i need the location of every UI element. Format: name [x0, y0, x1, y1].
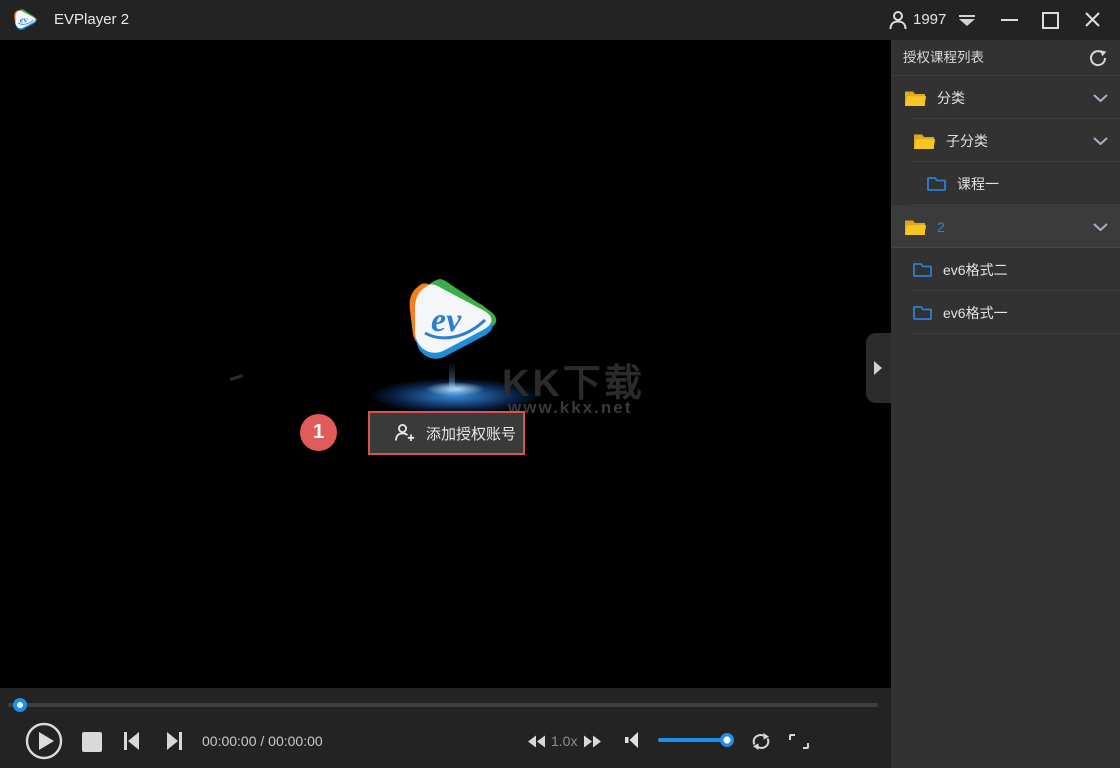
- account-name[interactable]: 1997: [913, 0, 946, 40]
- play-button[interactable]: [25, 722, 63, 760]
- folder-blue-icon: [912, 261, 933, 278]
- fullscreen-button[interactable]: [788, 733, 810, 750]
- next-button[interactable]: [166, 731, 183, 751]
- previous-button[interactable]: [123, 731, 140, 751]
- person-add-icon: [394, 422, 416, 444]
- folder-yellow-icon: [903, 217, 927, 237]
- watermark-url: www.kkx.net: [508, 398, 632, 418]
- logo-glow-core: [418, 380, 492, 398]
- add-account-label: 添加授权账号: [426, 423, 516, 444]
- course-sidebar: 授权课程列表 分类 子分类: [891, 40, 1120, 768]
- svg-text:ev: ev: [20, 15, 28, 25]
- app-title: EVPlayer 2: [54, 0, 129, 40]
- maximize-button[interactable]: [1042, 12, 1059, 29]
- add-account-button[interactable]: 添加授权账号: [368, 411, 525, 455]
- progress-handle[interactable]: [13, 698, 27, 712]
- tree-item-ev6-format-2[interactable]: ev6格式二: [891, 248, 1120, 291]
- video-artifact: [230, 374, 243, 381]
- user-icon[interactable]: [889, 10, 907, 30]
- svg-text:ev: ev: [431, 302, 462, 339]
- tree-item-2[interactable]: 2: [891, 205, 1120, 248]
- close-button[interactable]: [1085, 12, 1100, 27]
- sidebar-title: 授权课程列表: [903, 40, 984, 76]
- chevron-down-icon[interactable]: [1093, 94, 1108, 102]
- playback-controls: 00:00:00 / 00:00:00 1.0x: [0, 688, 891, 768]
- sidebar-collapse-tab[interactable]: [866, 333, 891, 403]
- volume-icon[interactable]: [624, 731, 639, 749]
- folder-blue-icon: [912, 304, 933, 321]
- progress-bar[interactable]: [8, 703, 878, 707]
- folder-yellow-icon: [903, 88, 927, 108]
- tree-item-subcategory[interactable]: 子分类: [891, 119, 1120, 162]
- tree-item-course-one[interactable]: 课程一: [891, 162, 1120, 205]
- time-display: 00:00:00 / 00:00:00: [202, 733, 323, 749]
- speed-down-icon[interactable]: [528, 735, 546, 748]
- stop-button[interactable]: [82, 732, 102, 752]
- account-dropdown-icon[interactable]: [959, 15, 975, 26]
- loop-button[interactable]: [750, 732, 772, 751]
- sidebar-header: 授权课程列表: [891, 40, 1120, 76]
- ev-logo: ev: [405, 275, 505, 367]
- titlebar: ev EVPlayer 2 1997: [0, 0, 1120, 40]
- tree-item-category[interactable]: 分类: [891, 76, 1120, 119]
- chevron-down-icon[interactable]: [1093, 223, 1108, 231]
- chevron-down-icon[interactable]: [1093, 137, 1108, 145]
- minimize-button[interactable]: [1001, 19, 1018, 21]
- folder-blue-icon: [926, 175, 947, 192]
- annotation-badge: 1: [300, 414, 337, 451]
- app-logo-icon: ev: [13, 7, 39, 33]
- tree-item-ev6-format-1[interactable]: ev6格式一: [891, 291, 1120, 334]
- volume-handle[interactable]: [720, 733, 734, 747]
- folder-yellow-icon: [912, 131, 936, 151]
- refresh-icon[interactable]: [1088, 48, 1108, 68]
- speed-label: 1.0x: [551, 733, 577, 749]
- app-window: ev EVPlayer 2 1997 ev KK下载: [0, 0, 1120, 768]
- speed-up-icon[interactable]: [583, 735, 601, 748]
- video-area: ev KK下载 www.kkx.net 1 添加授权账号: [0, 40, 891, 688]
- collapse-arrow-icon: [874, 361, 882, 375]
